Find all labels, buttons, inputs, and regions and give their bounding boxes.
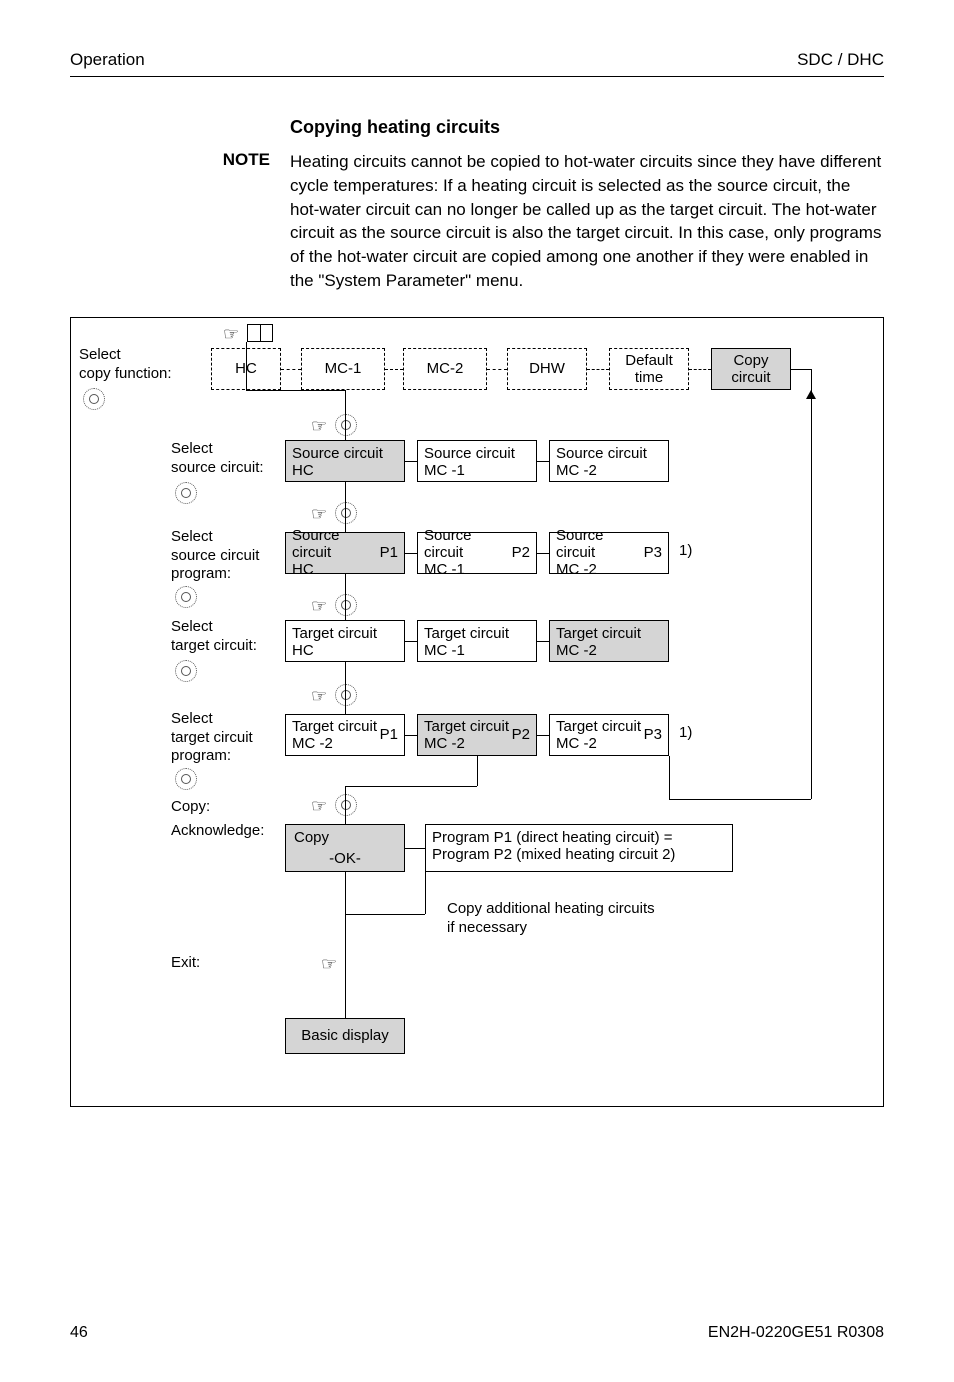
section-title: Copying heating circuits [290,117,884,138]
tgt-prog-2: Target circuit MC -2 P2 [417,714,537,756]
row1-dhw: DHW [507,348,587,390]
copy-ok-ok: -OK- [329,850,361,867]
result-box: Program P1 (direct heating circuit) = Pr… [425,824,733,872]
src-prog-hc-text: Source circuit HC [292,527,380,578]
hand-icon: ☞ [311,686,327,707]
dial-icon [175,482,197,504]
tgt-prog-3: Target circuit MC -2 P3 [549,714,669,756]
tgt-prog-1-p: P1 [380,726,398,743]
src-prog-mc1-text: Source circuit MC -1 [424,527,512,578]
page-number: 46 [70,1324,88,1342]
dial-icon [335,502,357,524]
tgt-prog-label: Select target circuit program: [171,710,253,766]
hand-icon: ☞ [311,596,327,617]
divider [70,76,884,77]
tgt-prog-3-text: Target circuit MC -2 [556,718,641,752]
dial-icon [335,794,357,816]
tgt-circ-hc: Target circuit HC [285,620,405,662]
dial-icon [335,684,357,706]
hand-icon: ☞ [311,796,327,817]
row1-mc1: MC-1 [301,348,385,390]
tgt-prog-3-p: P3 [644,726,662,743]
tgt-circ-label: Select target circuit: [171,618,257,656]
tgt-prog-2-text: Target circuit MC -2 [424,718,509,752]
copy-ok-text: Copy [294,829,329,846]
copy-label: Copy: [171,798,210,817]
dial-icon [335,594,357,616]
hand-icon: ☞ [311,504,327,525]
tgt-circ-mc1: Target circuit MC -1 [417,620,537,662]
one-note-2: 1) [679,724,692,743]
hand-icon: ☞ [223,324,239,345]
dial-icon [83,388,105,410]
tgt-prog-1: Target circuit MC -2 P1 [285,714,405,756]
tgt-prog-2-p: P2 [512,726,530,743]
src-prog-hc: Source circuit HC P1 [285,532,405,574]
exit-label: Exit: [171,954,200,973]
note-label: NOTE [70,150,290,293]
src-prog-mc2-p: P3 [644,544,662,561]
hand-icon: ☞ [311,416,327,437]
one-note-1: 1) [679,542,692,561]
src-prog-hc-p: P1 [380,544,398,561]
dial-icon [175,660,197,682]
tgt-prog-1-text: Target circuit MC -2 [292,718,377,752]
dial-icon [175,768,197,790]
loop-text: Copy additional heating circuits if nece… [447,900,655,938]
src-circ-mc1: Source circuit MC -1 [417,440,537,482]
src-prog-label: Select source circuit program: [171,528,259,584]
tgt-circ-mc2: Target circuit MC -2 [549,620,669,662]
dial-icon [335,414,357,436]
copy-ok-box: Copy -OK- [285,824,405,872]
header-left: Operation [70,50,145,70]
hand-icon: ☞ [321,954,337,975]
ack-label: Acknowledge: [171,822,264,841]
book-icon [247,324,273,342]
doc-code: EN2H-0220GE51 R0308 [708,1324,884,1342]
src-prog-mc2-text: Source circuit MC -2 [556,527,644,578]
src-circ-mc2: Source circuit MC -2 [549,440,669,482]
src-circ-label: Select source circuit: [171,440,264,478]
dial-icon [175,586,197,608]
src-prog-mc1-p: P2 [512,544,530,561]
header-right: SDC / DHC [797,50,884,70]
row1-copy-circuit: Copy circuit [711,348,791,390]
src-circ-hc: Source circuit HC [285,440,405,482]
diagram: ☞ Select copy function: HC MC-1 MC-2 DHW… [70,317,884,1107]
src-prog-mc2: Source circuit MC -2 P3 [549,532,669,574]
row1-default: Default time [609,348,689,390]
copy-fn-label: Select copy function: [79,346,172,384]
src-prog-mc1: Source circuit MC -1 P2 [417,532,537,574]
row1-mc2: MC-2 [403,348,487,390]
note-text: Heating circuits cannot be copied to hot… [290,150,884,293]
basic-display-box: Basic display [285,1018,405,1054]
